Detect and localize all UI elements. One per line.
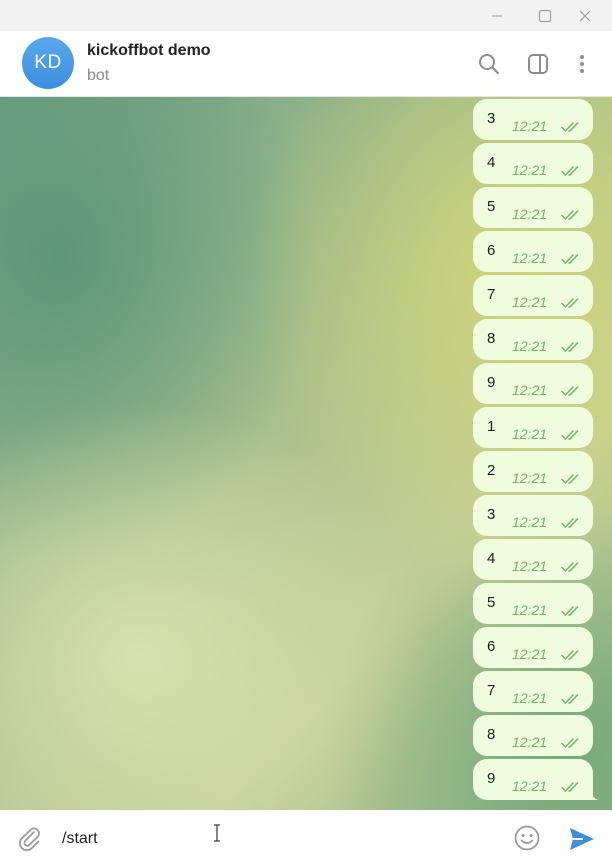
message-time: 12:21 — [512, 426, 548, 442]
message-bubble[interactable]: 9 12:21 — [473, 363, 593, 404]
avatar[interactable]: KD — [22, 37, 74, 89]
double-check-icon — [561, 692, 583, 710]
message-time: 12:21 — [512, 118, 548, 134]
send-icon[interactable] — [567, 824, 597, 854]
double-check-icon — [561, 560, 583, 578]
message-time: 12:21 — [512, 294, 548, 310]
double-check-icon — [561, 252, 583, 270]
message-text: 3 — [487, 110, 496, 127]
message-time: 12:21 — [512, 206, 548, 222]
double-check-icon — [561, 736, 583, 754]
chat-background: 3 12:21 4 12:21 5 12:21 6 12:21 7 12:21 8 12:21 9 12:… — [0, 97, 612, 810]
message-text: 6 — [487, 638, 496, 655]
message-bubble[interactable]: 2 12:21 — [473, 451, 593, 492]
emoji-icon[interactable] — [513, 824, 541, 852]
message-bubble[interactable]: 8 12:21 — [473, 319, 593, 360]
chat-title[interactable]: kickoffbot demo — [87, 42, 211, 60]
more-vertical-icon[interactable] — [567, 49, 597, 79]
double-check-icon — [561, 208, 583, 226]
chat-subtitle: bot — [87, 67, 110, 84]
text-cursor-icon — [212, 823, 222, 848]
message-bubble[interactable]: 5 12:21 — [473, 583, 593, 624]
double-check-icon — [561, 428, 583, 446]
chat-header: KD kickoffbot demo bot — [0, 31, 612, 97]
message-text: 2 — [487, 462, 496, 479]
message-time: 12:21 — [512, 646, 548, 662]
double-check-icon — [561, 648, 583, 666]
composer — [0, 810, 612, 868]
message-text: 9 — [487, 374, 496, 391]
message-text: 4 — [487, 154, 496, 171]
message-text: 8 — [487, 330, 496, 347]
double-check-icon — [561, 120, 583, 138]
message-text: 9 — [487, 770, 496, 787]
double-check-icon — [561, 472, 583, 490]
message-bubble[interactable]: 4 12:21 — [473, 539, 593, 580]
message-input[interactable] — [62, 827, 482, 851]
message-time: 12:21 — [512, 690, 548, 706]
message-text: 8 — [487, 726, 496, 743]
message-time: 12:21 — [512, 778, 548, 794]
double-check-icon — [561, 780, 583, 798]
message-text: 5 — [487, 198, 496, 215]
double-check-icon — [561, 604, 583, 622]
message-text: 4 — [487, 550, 496, 567]
message-bubble[interactable]: 1 12:21 — [473, 407, 593, 448]
message-bubble[interactable]: 6 12:21 — [473, 231, 593, 272]
message-bubble[interactable]: 5 12:21 — [473, 187, 593, 228]
message-time: 12:21 — [512, 162, 548, 178]
message-text: 7 — [487, 682, 496, 699]
message-text: 3 — [487, 506, 496, 523]
search-icon[interactable] — [474, 49, 504, 79]
message-bubble[interactable]: 7 12:21 — [473, 275, 593, 316]
message-bubble[interactable]: 8 12:21 — [473, 715, 593, 756]
message-bubble[interactable]: 7 12:21 — [473, 671, 593, 712]
message-text: 5 — [487, 594, 496, 611]
double-check-icon — [561, 164, 583, 182]
message-time: 12:21 — [512, 338, 548, 354]
message-time: 12:21 — [512, 382, 548, 398]
message-bubble[interactable]: 6 12:21 — [473, 627, 593, 668]
message-time: 12:21 — [512, 602, 548, 618]
message-time: 12:21 — [512, 734, 548, 750]
message-text: 1 — [487, 418, 496, 435]
message-bubble[interactable]: 4 12:21 — [473, 143, 593, 184]
message-bubble[interactable]: 3 12:21 — [473, 99, 593, 140]
close-icon[interactable] — [562, 0, 608, 31]
double-check-icon — [561, 516, 583, 534]
message-time: 12:21 — [512, 470, 548, 486]
double-check-icon — [561, 296, 583, 314]
double-check-icon — [561, 384, 583, 402]
message-text: 7 — [487, 286, 496, 303]
message-bubble[interactable]: 9 12:21 — [473, 759, 593, 800]
attach-icon[interactable] — [16, 825, 44, 853]
message-time: 12:21 — [512, 250, 548, 266]
message-time: 12:21 — [512, 558, 548, 574]
message-time: 12:21 — [512, 514, 548, 530]
double-check-icon — [561, 340, 583, 358]
minimize-icon[interactable] — [474, 0, 520, 31]
bubble-tail — [588, 788, 598, 800]
message-bubble[interactable]: 3 12:21 — [473, 495, 593, 536]
sidebar-toggle-icon[interactable] — [523, 49, 553, 79]
window-titlebar — [0, 0, 612, 31]
message-text: 6 — [487, 242, 496, 259]
